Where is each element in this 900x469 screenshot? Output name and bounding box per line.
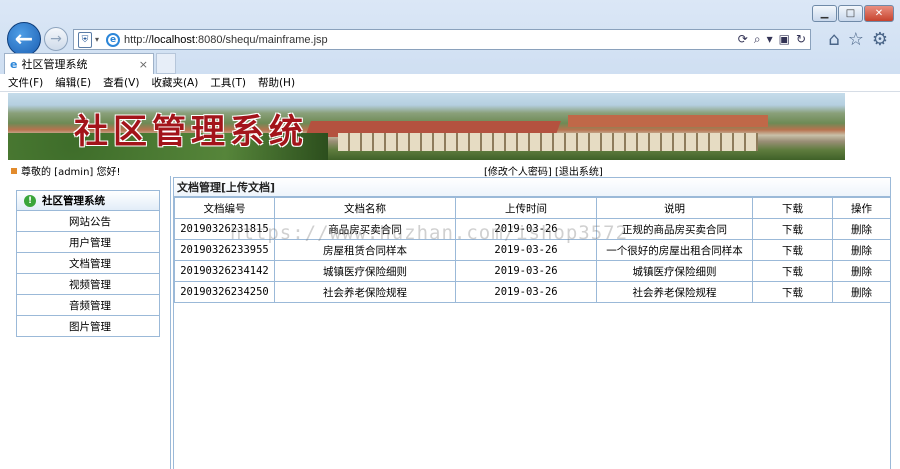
refresh-icon[interactable]: ↻: [796, 32, 806, 47]
menu-bar: 文件(F) 编辑(E) 查看(V) 收藏夹(A) 工具(T) 帮助(H): [0, 74, 900, 92]
menu-favorites[interactable]: 收藏夹(A): [151, 75, 198, 90]
back-arrow-icon: ←: [14, 26, 34, 52]
doc-id: 20190326234250: [174, 281, 275, 303]
doc-id: 20190326233955: [174, 239, 275, 261]
tab-title: 社区管理系统: [21, 58, 88, 71]
forward-button[interactable]: →: [44, 27, 68, 51]
welcome-text: 尊敬的 [admin] 您好!: [21, 167, 121, 178]
sidebar-item-videos[interactable]: 视频管理: [16, 274, 160, 295]
menu-file[interactable]: 文件(F): [8, 75, 43, 90]
column-header: 文档编号: [174, 197, 275, 219]
search-icon[interactable]: ⌕: [754, 32, 761, 47]
favorites-star-icon[interactable]: ☆: [848, 29, 864, 50]
maximize-button[interactable]: □: [838, 5, 863, 22]
forward-arrow-icon: →: [50, 31, 62, 47]
delete-link[interactable]: 删除: [832, 218, 891, 240]
gear-icon[interactable]: ⚙: [872, 29, 888, 50]
download-link[interactable]: 下载: [752, 260, 833, 282]
column-header: 操作: [832, 197, 891, 219]
table-row: 20190326234142 城镇医疗保险细则 2019-03-26 城镇医疗保…: [174, 260, 891, 282]
download-link[interactable]: 下载: [752, 281, 833, 303]
documents-table: 文档编号 文档名称 上传时间 说明 下载 操作 20190326231815 商…: [174, 197, 891, 303]
dropdown-icon[interactable]: ▾: [767, 32, 773, 47]
table-header-row: 文档编号 文档名称 上传时间 说明 下载 操作: [174, 197, 891, 219]
doc-description: 社会养老保险规程: [596, 281, 753, 303]
doc-name: 城镇医疗保险细则: [274, 260, 456, 282]
download-link[interactable]: 下载: [752, 239, 833, 261]
doc-name: 房屋租赁合同样本: [274, 239, 456, 261]
banner-roof: [568, 115, 768, 127]
page-icon[interactable]: ▣: [779, 32, 790, 47]
upload-date: 2019-03-26: [455, 260, 597, 282]
sidebar-header: ! 社区管理系统: [16, 190, 160, 211]
sidebar-title: 社区管理系统: [42, 195, 105, 207]
minimize-button[interactable]: ▁: [812, 5, 837, 22]
address-bar-actions: ⟳ ⌕ ▾ ▣ ↻: [738, 32, 810, 47]
column-header: 说明: [596, 197, 753, 219]
doc-name: 社会养老保险规程: [274, 281, 456, 303]
menu-edit[interactable]: 编辑(E): [55, 75, 91, 90]
close-window-button[interactable]: ✕: [864, 5, 894, 22]
doc-description: 一个很好的房屋出租合同样本: [596, 239, 753, 261]
column-header: 文档名称: [274, 197, 456, 219]
chevron-down-icon[interactable]: ▾: [95, 35, 99, 44]
table-row: 20190326233955 房屋租赁合同样本 2019-03-26 一个很好的…: [174, 239, 891, 261]
table-row: 20190326231815 商品房买卖合同 2019-03-26 正规的商品房…: [174, 218, 891, 240]
back-button[interactable]: ←: [7, 22, 41, 56]
security-shield-icon[interactable]: ⛨: [78, 31, 92, 48]
delete-link[interactable]: 删除: [832, 260, 891, 282]
delete-link[interactable]: 删除: [832, 281, 891, 303]
frame-divider: [170, 176, 171, 469]
doc-id: 20190326231815: [174, 218, 275, 240]
download-link[interactable]: 下载: [752, 218, 833, 240]
sidebar-item-users[interactable]: 用户管理: [16, 232, 160, 253]
sidebar: ! 社区管理系统 网站公告 用户管理 文档管理 视频管理 音频管理 图片管理: [16, 190, 160, 340]
banner-title: 社区管理系统: [74, 112, 308, 152]
toolbar-icons: ⌂ ☆ ⚙: [828, 29, 888, 50]
doc-description: 正规的商品房买卖合同: [596, 218, 753, 240]
tab-close-icon[interactable]: ×: [139, 58, 148, 71]
info-icon: !: [24, 194, 36, 207]
doc-description: 城镇医疗保险细则: [596, 260, 753, 282]
menu-view[interactable]: 查看(V): [103, 75, 139, 90]
panel-caption[interactable]: 文档管理[上传文档]: [174, 178, 890, 197]
main-panel: 文档管理[上传文档] 文档编号 文档名称 上传时间 说明 下载 操作 20190…: [173, 177, 891, 469]
browser-chrome: ▁ □ ✕ ← → ⛨ ▾ e http://localhost:8080/sh…: [0, 0, 900, 74]
sidebar-item-images[interactable]: 图片管理: [16, 316, 160, 337]
site-banner: 社区管理系统: [8, 93, 845, 160]
upload-date: 2019-03-26: [455, 281, 597, 303]
url-text[interactable]: http://localhost:8080/shequ/mainframe.js…: [124, 34, 328, 46]
sidebar-item-announcements[interactable]: 网站公告: [16, 211, 160, 232]
window-controls: ▁ □ ✕: [812, 5, 894, 22]
menu-help[interactable]: 帮助(H): [258, 75, 295, 90]
column-header: 上传时间: [455, 197, 597, 219]
new-tab-button[interactable]: [156, 53, 176, 74]
account-links[interactable]: [修改个人密码] [退出系统]: [484, 163, 603, 178]
ie-page-icon: e: [106, 32, 121, 47]
sidebar-item-audio[interactable]: 音频管理: [16, 295, 160, 316]
doc-id: 20190326234142: [174, 260, 275, 282]
bullet-icon: [11, 167, 17, 174]
table-row: 20190326234250 社会养老保险规程 2019-03-26 社会养老保…: [174, 281, 891, 303]
browser-tab[interactable]: e 社区管理系统 ×: [4, 53, 154, 74]
address-bar[interactable]: ⛨ ▾ e http://localhost:8080/shequ/mainfr…: [73, 29, 811, 50]
upload-date: 2019-03-26: [455, 218, 597, 240]
banner-buildings: [338, 133, 758, 151]
home-icon[interactable]: ⌂: [828, 29, 839, 50]
info-bar: 尊敬的 [admin] 您好! [修改个人密码] [退出系统]: [8, 161, 845, 178]
doc-name: 商品房买卖合同: [274, 218, 456, 240]
ie-tab-icon: e: [10, 57, 18, 71]
welcome-message: 尊敬的 [admin] 您好!: [11, 163, 121, 178]
menu-tools[interactable]: 工具(T): [210, 75, 246, 90]
upload-date: 2019-03-26: [455, 239, 597, 261]
delete-link[interactable]: 删除: [832, 239, 891, 261]
column-header: 下载: [752, 197, 833, 219]
compat-icon[interactable]: ⟳: [738, 32, 748, 47]
sidebar-item-documents[interactable]: 文档管理: [16, 253, 160, 274]
